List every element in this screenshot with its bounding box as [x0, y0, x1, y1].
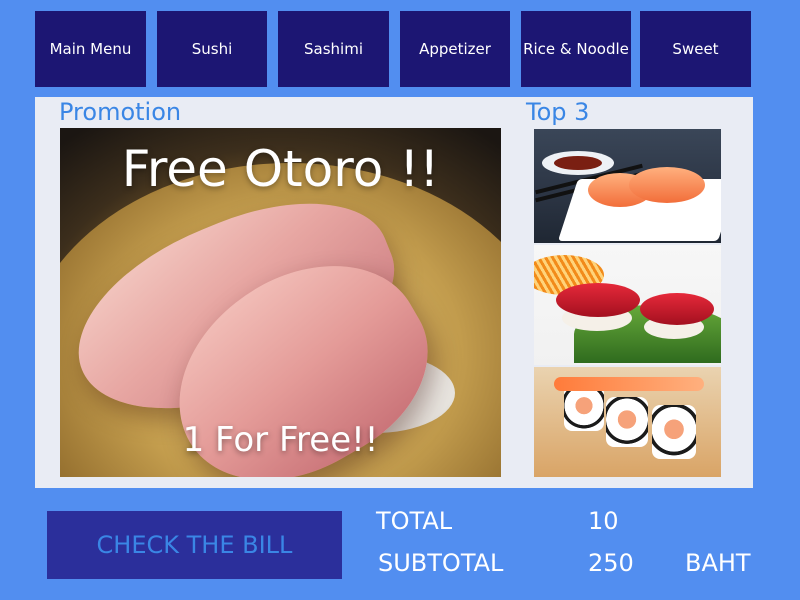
nav-sashimi-label: Sashimi [304, 40, 363, 58]
top3-section-title: Top 3 [526, 98, 590, 126]
nav-sashimi-button[interactable]: Sashimi [278, 11, 389, 87]
soy-sauce-shape [554, 156, 602, 170]
app-window: Main Menu Sushi Sashimi Appetizer Rice &… [0, 0, 800, 600]
salmon-nigiri-image[interactable] [534, 129, 721, 243]
check-bill-button[interactable]: CHECK THE BILL [47, 511, 342, 579]
tuna-shape [556, 283, 640, 317]
nav-appetizer-label: Appetizer [419, 40, 491, 58]
salmon-roll-image[interactable] [534, 367, 721, 477]
check-bill-label: CHECK THE BILL [96, 531, 293, 559]
nav-sweet-button[interactable]: Sweet [640, 11, 751, 87]
roll-shape [564, 385, 604, 431]
nav-main-menu-button[interactable]: Main Menu [35, 11, 146, 87]
tuna-nigiri-image[interactable] [534, 245, 721, 365]
promotion-headline: Free Otoro !! [121, 140, 440, 198]
total-value: 10 [588, 507, 619, 535]
salmon-shape [629, 167, 705, 203]
nav-appetizer-button[interactable]: Appetizer [400, 11, 510, 87]
total-label: TOTAL [376, 507, 453, 535]
nav-sushi-button[interactable]: Sushi [157, 11, 267, 87]
nav-main-menu-label: Main Menu [49, 40, 132, 58]
promotion-section-title: Promotion [59, 98, 182, 126]
subtotal-label: SUBTOTAL [378, 549, 504, 577]
subtotal-value: 250 [588, 549, 634, 577]
promotion-subline: 1 For Free!! [182, 420, 379, 460]
roe-shape [554, 377, 704, 391]
tuna-shape [640, 293, 714, 325]
nav-sushi-label: Sushi [191, 40, 233, 58]
nav-sweet-label: Sweet [672, 40, 719, 58]
nav-rice-noodle-label: Rice & Noodle [523, 40, 629, 58]
promotion-banner[interactable]: Free Otoro !! 1 For Free!! [60, 128, 501, 477]
currency-label: BAHT [685, 549, 751, 577]
roll-shape [652, 405, 696, 459]
nav-rice-noodle-button[interactable]: Rice & Noodle [521, 11, 631, 87]
roll-shape [606, 397, 648, 447]
